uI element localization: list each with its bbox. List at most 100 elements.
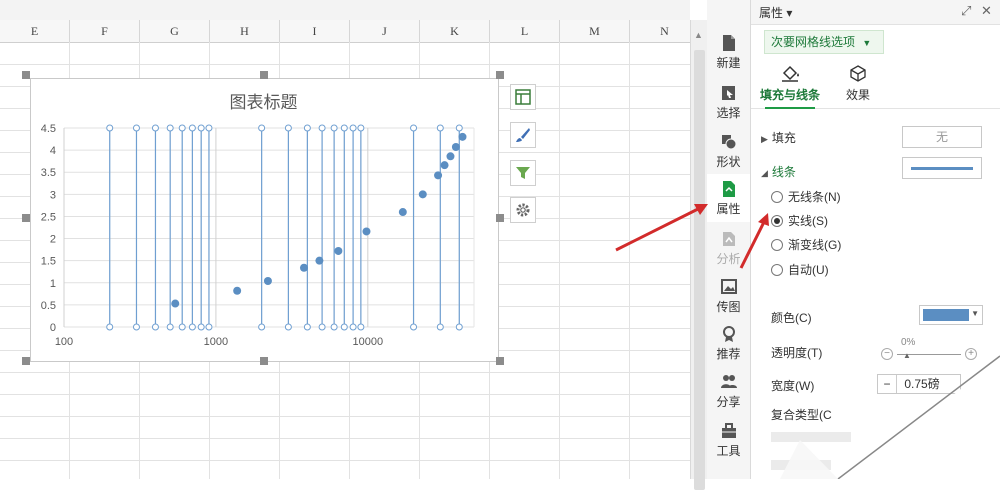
panel-title[interactable]: 属性 ▾	[759, 4, 792, 21]
toolbar-new[interactable]: 新建	[707, 28, 750, 76]
chart-elements-icon	[515, 89, 531, 105]
dock-icon[interactable]: ⤢	[961, 3, 971, 19]
select-icon	[721, 86, 735, 100]
toolbar-tools[interactable]: 工具	[707, 416, 750, 464]
transparency-value: 0%	[901, 337, 916, 348]
data-point	[171, 299, 180, 308]
gridline-handle	[284, 323, 292, 331]
line-section-toggle[interactable]: ◢ 线条	[761, 163, 796, 180]
scroll-thumb[interactable]	[694, 50, 705, 490]
compound-type-label: 复合类型(C	[771, 408, 832, 422]
tab-effects[interactable]: 效果	[823, 58, 893, 103]
new-icon	[722, 35, 735, 51]
chart-filter-button[interactable]	[510, 160, 536, 186]
toolbar-upload-image-label: 传图	[716, 300, 741, 314]
transparency-label: 透明度(T)	[771, 346, 823, 360]
vertical-scrollbar[interactable]: ▲	[690, 20, 708, 490]
gridline-handle	[410, 323, 418, 331]
upload-image-icon	[720, 279, 737, 294]
toolbar-analysis-label: 分析	[716, 252, 741, 266]
toolbar-properties-label: 属性	[716, 202, 741, 216]
radio-auto[interactable]: 自动(U)	[771, 261, 829, 278]
gridline-handle	[205, 323, 213, 331]
panel-header: 属性 ▾ ⤢ ✕	[751, 0, 1000, 25]
gridline-handle	[436, 323, 444, 331]
toolbar-select[interactable]: 选择	[707, 78, 750, 126]
gridline-handle	[340, 323, 348, 331]
gridline-handle	[318, 124, 326, 132]
chevron-down-icon: ▼	[971, 309, 979, 318]
y-tick-label: 0.5	[41, 300, 56, 312]
radio-no-line[interactable]: 无线条(N)	[771, 188, 841, 205]
gridline-handle	[178, 124, 186, 132]
toolbar-recommend-label: 推荐	[716, 347, 741, 361]
transparency-slider[interactable]: − ▲ + 0%	[881, 337, 977, 361]
data-point	[299, 263, 308, 272]
gridline-handle	[357, 323, 365, 331]
toolbar-upload-image[interactable]: 传图	[707, 272, 750, 320]
gridline-handle	[166, 323, 174, 331]
shape-icon	[721, 135, 736, 150]
chart-elements-button[interactable]	[510, 84, 536, 110]
caret-right-icon: ▶	[761, 134, 768, 144]
data-point	[315, 256, 324, 265]
radio-gradient-line[interactable]: 渐变线(G)	[771, 236, 841, 253]
gridline-handle	[349, 124, 357, 132]
data-point	[263, 277, 272, 286]
gridline-handle	[357, 124, 365, 132]
minus-icon[interactable]: −	[881, 348, 893, 360]
chart-style-button[interactable]	[510, 122, 536, 148]
toolbar-share-label: 分享	[716, 395, 741, 409]
gridline-handle	[166, 124, 174, 132]
plus-icon[interactable]: +	[965, 348, 977, 360]
gridline-handle	[410, 124, 418, 132]
radio-solid-line[interactable]: 实线(S)	[771, 212, 828, 229]
toolbar-share[interactable]: 分享	[707, 367, 750, 415]
gridline-handle	[330, 124, 338, 132]
y-tick-label: 0	[50, 322, 56, 334]
gridline-handle	[330, 323, 338, 331]
spreadsheet-area[interactable]: E F G H I J K L M N 图表标题 0 0.5 1 1.5 2 2.5 3 3.…	[0, 0, 690, 479]
gridline-handle	[455, 323, 463, 331]
toolbar-select-label: 选择	[716, 106, 741, 120]
y-tick-label: 3.5	[41, 167, 56, 179]
scroll-up-icon[interactable]: ▲	[694, 30, 703, 40]
toolbar-analysis[interactable]: 分析	[707, 224, 750, 272]
line-preview-button[interactable]	[902, 157, 982, 179]
toolbar-recommend[interactable]: 推荐	[707, 319, 750, 367]
gear-icon	[516, 203, 530, 217]
gridline-handle	[303, 124, 311, 132]
decrement-button[interactable]: −	[878, 375, 897, 393]
slider-thumb[interactable]: ▲	[903, 351, 911, 360]
gridline-handle	[178, 323, 186, 331]
y-tick-label: 1.5	[41, 256, 56, 268]
tab-fill-line[interactable]: 填充与线条	[755, 58, 825, 109]
gridline-handle	[106, 323, 114, 331]
close-icon[interactable]: ✕	[981, 3, 992, 19]
x-tick-label: 1000	[204, 336, 228, 348]
data-point	[398, 208, 407, 217]
toolbar-new-label: 新建	[716, 56, 741, 70]
toolbar-properties[interactable]: 属性	[707, 174, 750, 222]
properties-icon	[722, 181, 735, 197]
color-picker[interactable]: ▼	[919, 305, 983, 325]
width-stepper[interactable]: − 0.75磅	[877, 374, 961, 394]
fill-section-toggle[interactable]: ▶ 填充	[761, 129, 796, 146]
data-point	[434, 171, 443, 180]
gridline-handle	[258, 323, 266, 331]
chart-plot: 0 0.5 1 1.5 2 2.5 3 3.5 4 4.5 100 1000 10000	[41, 123, 475, 348]
options-dropdown[interactable]: 次要网格线选项 ▼	[764, 30, 884, 54]
fill-value-button[interactable]: 无	[902, 126, 982, 148]
data-point	[440, 161, 449, 170]
y-tick-label: 4.5	[41, 123, 56, 135]
chart-settings-button[interactable]	[510, 197, 536, 223]
width-value[interactable]: 0.75磅	[900, 377, 939, 391]
chart-filter-icon	[516, 167, 530, 179]
gridline-handle	[106, 124, 114, 132]
color-swatch	[923, 309, 969, 321]
toolbar-shape-label: 形状	[716, 155, 741, 169]
y-tick-label: 3	[50, 189, 56, 201]
toolbar-shape[interactable]: 形状	[707, 127, 750, 175]
tools-icon	[721, 423, 736, 438]
gridline-handle	[205, 124, 213, 132]
